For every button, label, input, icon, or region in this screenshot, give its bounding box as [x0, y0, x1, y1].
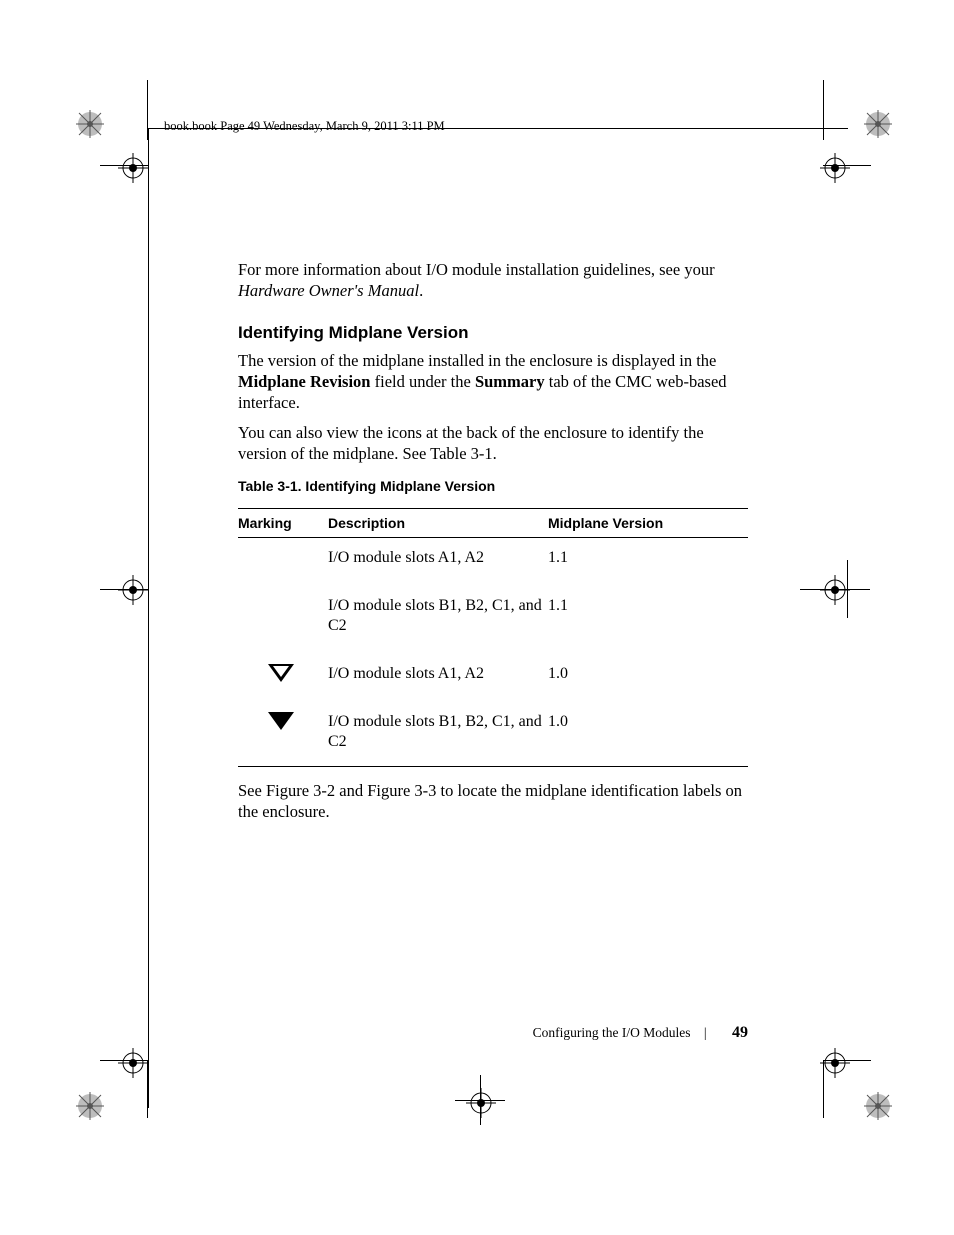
midplane-table: Marking Description Midplane Version I/O… — [238, 508, 748, 767]
col-header-marking: Marking — [238, 509, 328, 538]
table-caption: Table 3-1. Identifying Midplane Version — [238, 478, 748, 494]
table-header-row: Marking Description Midplane Version — [238, 509, 748, 538]
starburst-icon — [74, 1090, 106, 1122]
registration-mark-icon — [820, 153, 850, 183]
triangle-solid-icon — [268, 712, 294, 730]
registration-mark-icon — [118, 1048, 148, 1078]
starburst-icon — [74, 108, 106, 140]
col-header-description: Description — [328, 509, 548, 538]
crop-mark — [823, 80, 824, 140]
crop-mark — [823, 165, 871, 166]
crop-mark — [847, 560, 848, 618]
page-number: 49 — [732, 1024, 748, 1041]
description-cell: I/O module slots A1, A2 — [328, 538, 548, 587]
crop-mark — [100, 589, 148, 590]
crop-mark — [823, 1060, 871, 1061]
crop-mark — [148, 128, 848, 129]
registration-mark-icon — [820, 1048, 850, 1078]
field-name: Midplane Revision — [238, 372, 370, 391]
tab-name: Summary — [475, 372, 545, 391]
version-cell: 1.0 — [548, 702, 748, 767]
table-row: I/O module slots B1, B2, C1, and C2 1.0 — [238, 702, 748, 767]
crop-mark — [100, 165, 148, 166]
table-row: I/O module slots A1, A2 1.0 — [238, 654, 748, 702]
registration-mark-icon — [466, 1088, 496, 1118]
footer-section: Configuring the I/O Modules — [533, 1025, 691, 1040]
page-footer: Configuring the I/O Modules | 49 — [238, 1024, 748, 1042]
starburst-icon — [862, 1090, 894, 1122]
registration-mark-icon — [118, 153, 148, 183]
crop-mark — [455, 1100, 505, 1101]
col-header-version: Midplane Version — [548, 509, 748, 538]
text: For more information about I/O module in… — [238, 260, 715, 279]
intro-paragraph: For more information about I/O module in… — [238, 260, 748, 301]
version-cell: 1.1 — [548, 538, 748, 587]
crop-mark — [148, 128, 149, 1108]
text: field under the — [370, 372, 474, 391]
table-row: I/O module slots A1, A2 1.1 — [238, 538, 748, 587]
marking-cell — [238, 586, 328, 654]
content-area: For more information about I/O module in… — [238, 260, 748, 833]
section-heading: Identifying Midplane Version — [238, 323, 748, 343]
text: The version of the midplane installed in… — [238, 351, 716, 370]
paragraph: You can also view the icons at the back … — [238, 423, 748, 464]
running-header: book.book Page 49 Wednesday, March 9, 20… — [164, 119, 445, 134]
marking-cell — [238, 654, 328, 702]
marking-cell — [238, 702, 328, 767]
paragraph: The version of the midplane installed in… — [238, 351, 748, 413]
marking-cell — [238, 538, 328, 587]
crop-mark — [100, 1060, 148, 1061]
crop-mark — [823, 1060, 824, 1118]
page: book.book Page 49 Wednesday, March 9, 20… — [0, 0, 954, 1235]
text: . — [419, 281, 423, 300]
table-row: I/O module slots B1, B2, C1, and C2 1.1 — [238, 586, 748, 654]
triangle-outline-icon — [268, 664, 294, 682]
manual-title: Hardware Owner's Manual — [238, 281, 419, 300]
crop-mark — [147, 1060, 148, 1118]
crop-mark — [800, 589, 870, 590]
description-cell: I/O module slots B1, B2, C1, and C2 — [328, 702, 548, 767]
description-cell: I/O module slots B1, B2, C1, and C2 — [328, 586, 548, 654]
footer-separator: | — [704, 1025, 707, 1040]
starburst-icon — [862, 108, 894, 140]
registration-mark-icon — [820, 575, 850, 605]
closing-paragraph: See Figure 3-2 and Figure 3-3 to locate … — [238, 781, 748, 822]
version-cell: 1.0 — [548, 654, 748, 702]
registration-mark-icon — [118, 575, 148, 605]
version-cell: 1.1 — [548, 586, 748, 654]
description-cell: I/O module slots A1, A2 — [328, 654, 548, 702]
